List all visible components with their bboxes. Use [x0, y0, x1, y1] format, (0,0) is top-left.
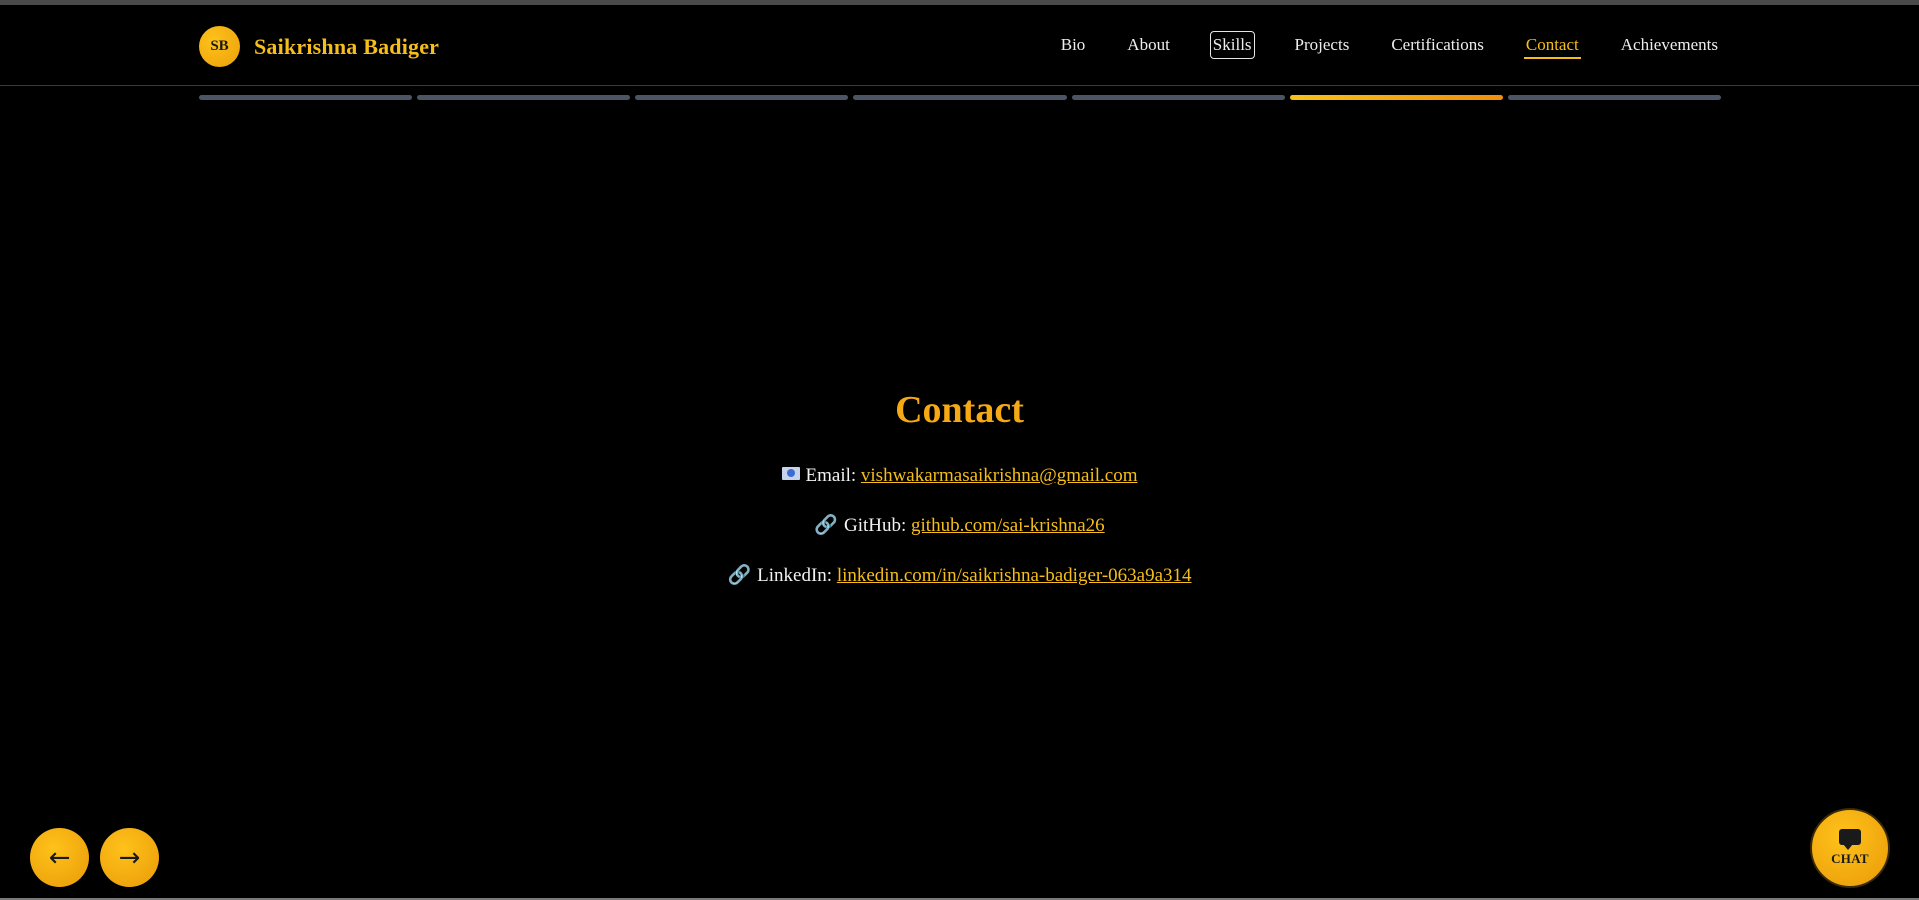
nav-item-projects[interactable]: Projects — [1293, 32, 1352, 58]
progress-segment[interactable] — [853, 95, 1067, 100]
prev-section-button[interactable]: ← — [30, 828, 89, 887]
progress-segment[interactable] — [1507, 95, 1721, 100]
nav-item-achievements[interactable]: Achievements — [1619, 32, 1720, 58]
nav-item-skills[interactable]: Skills — [1209, 31, 1255, 59]
chat-button[interactable]: CHAT — [1810, 808, 1890, 888]
arrow-right-icon: → — [118, 842, 141, 873]
email-link[interactable]: vishwakarmasaikrishna@gmail.com — [861, 465, 1138, 486]
linkedin-label: LinkedIn: — [757, 565, 833, 586]
chat-bubble-icon — [1839, 829, 1861, 850]
nav-item-contact[interactable]: Contact — [1523, 32, 1581, 59]
linkedin-link[interactable]: linkedin.com/in/saikrishna-badiger-063a9… — [837, 565, 1192, 586]
contact-section: Contact Email: vishwakarmasaikrishna@gma… — [0, 385, 1919, 615]
arrow-left-icon: ← — [48, 842, 71, 873]
progress-segment-active[interactable] — [1289, 95, 1503, 100]
contact-email-row: Email: vishwakarmasaikrishna@gmail.com — [0, 465, 1919, 515]
brand-name: Saikrishna Badiger — [254, 33, 440, 59]
progress-segment[interactable] — [199, 95, 413, 100]
navbar: SB Saikrishna Badiger Bio About Skills P… — [0, 5, 1919, 86]
link-icon: 🔗 — [727, 565, 752, 586]
brand-logo: SB — [199, 26, 240, 67]
next-section-button[interactable]: → — [100, 828, 159, 887]
section-progress — [199, 95, 1721, 100]
github-label: GitHub: — [843, 515, 907, 536]
email-label: Email: — [805, 465, 857, 486]
section-title: Contact — [895, 389, 1024, 431]
progress-segment[interactable] — [635, 95, 849, 100]
contact-github-row: 🔗 GitHub: github.com/sai-krishna26 — [0, 515, 1919, 565]
brand[interactable]: SB Saikrishna Badiger — [199, 26, 439, 67]
github-link[interactable]: github.com/sai-krishna26 — [911, 515, 1105, 536]
main-nav: Bio About Skills Projects Certifications… — [1021, 31, 1720, 59]
nav-item-certifications[interactable]: Certifications — [1389, 32, 1486, 58]
link-icon: 🔗 — [814, 515, 838, 536]
progress-segment[interactable] — [417, 95, 631, 100]
email-icon — [781, 467, 800, 480]
chat-label: CHAT — [1831, 851, 1869, 866]
nav-item-bio[interactable]: Bio — [1059, 32, 1088, 58]
progress-segment[interactable] — [1071, 95, 1285, 100]
nav-item-about[interactable]: About — [1125, 32, 1172, 58]
contact-linkedin-row: 🔗 LinkedIn: linkedin.com/in/saikrishna-ba… — [0, 565, 1919, 615]
